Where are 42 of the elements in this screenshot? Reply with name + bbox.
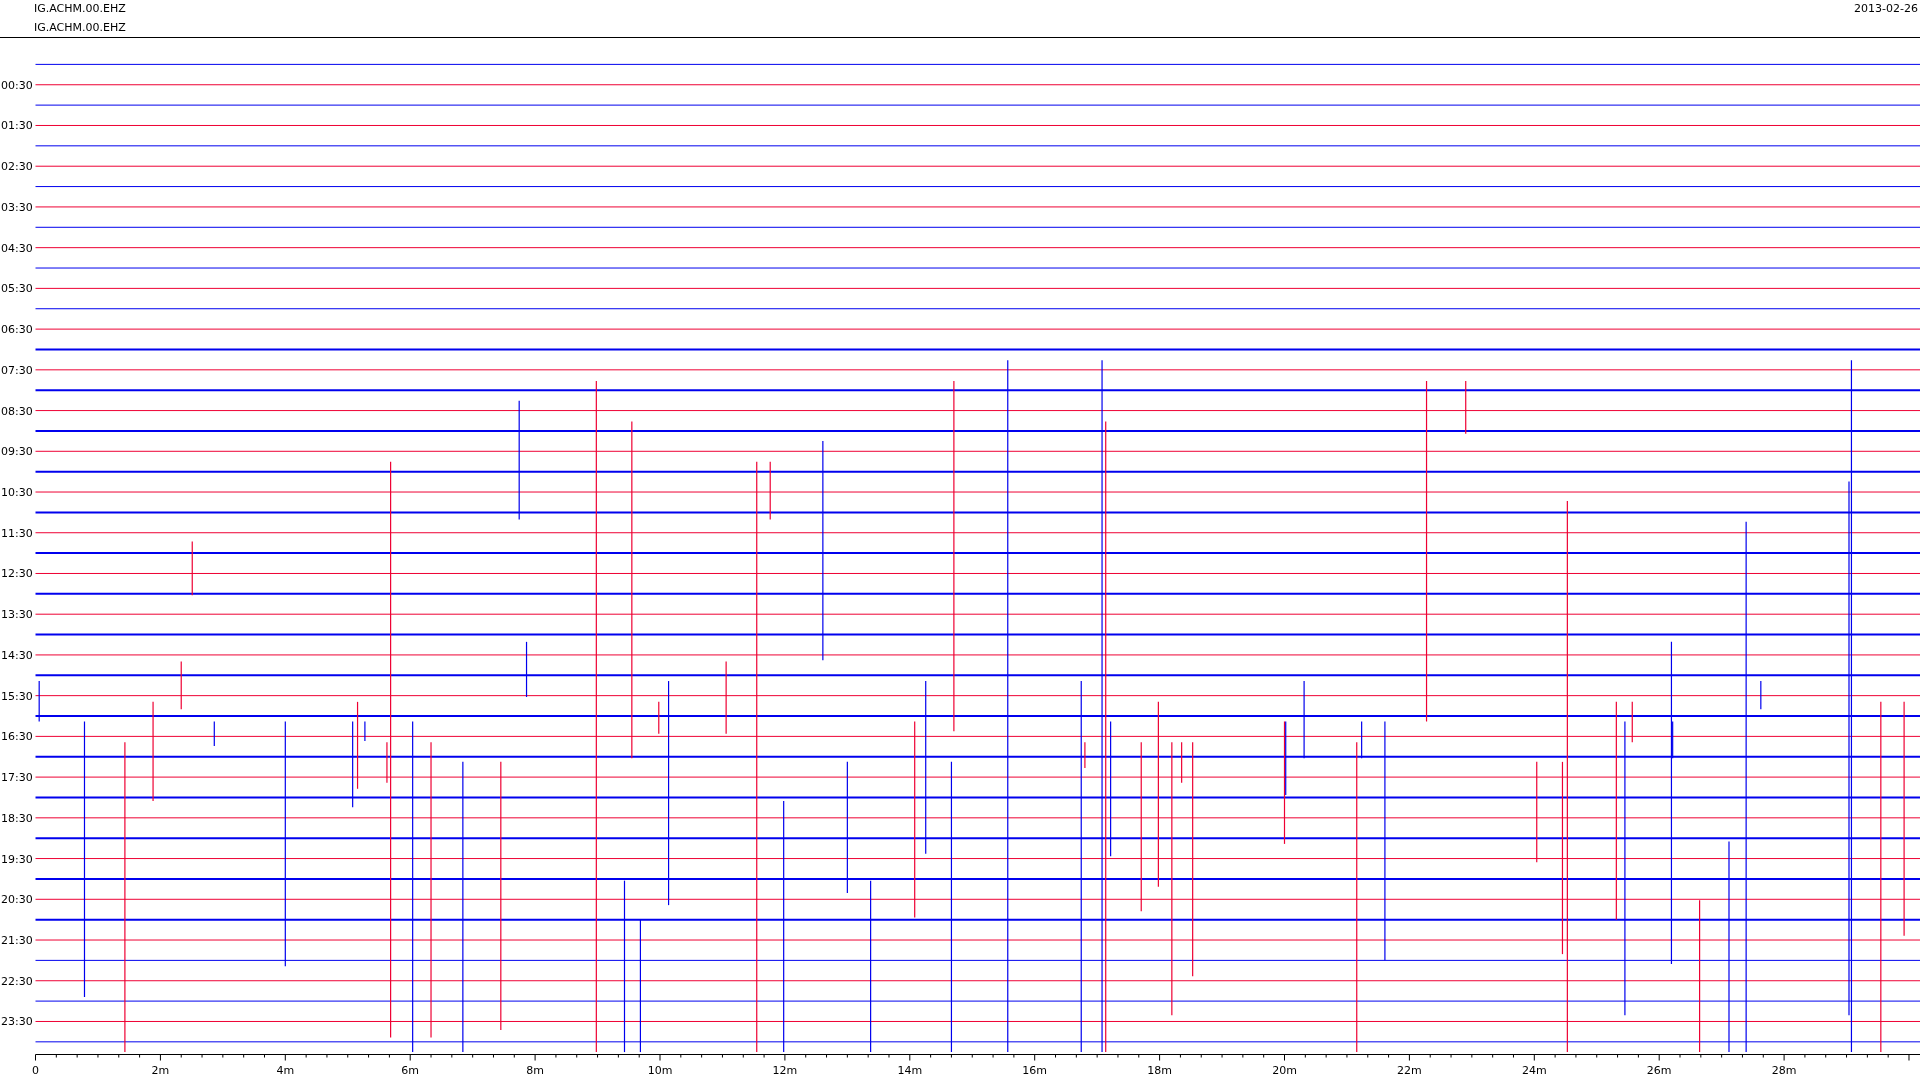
hour-label: 11:30 [1, 526, 33, 540]
hour-label: 00:30 [1, 78, 33, 92]
minute-label: 14m [897, 1063, 923, 1077]
hour-label: 21:30 [1, 934, 33, 947]
minute-label: 26m [1646, 1063, 1672, 1077]
minute-label: 24m [1521, 1063, 1547, 1077]
date-label: 2013-02-26 [1854, 1, 1918, 17]
hour-label: 08:30 [1, 404, 33, 418]
hour-label: 23:30 [1, 1015, 33, 1029]
minute-label: 12m [772, 1063, 798, 1077]
minute-label: 6m [401, 1063, 420, 1077]
hour-label: 22:30 [1, 974, 33, 988]
hour-label: 03:30 [1, 200, 33, 214]
minute-label: 8m [526, 1063, 544, 1077]
hour-label: 16:30 [1, 730, 33, 744]
hour-label: 09:30 [1, 445, 33, 459]
hour-label: 02:30 [1, 160, 33, 174]
hour-label: 20:30 [1, 893, 33, 907]
station-title: IG.ACHM.00.EHZ [34, 1, 126, 16]
minute-label: 16m [1022, 1063, 1048, 1077]
hour-label: 06:30 [1, 323, 33, 337]
hour-label: 14:30 [1, 648, 33, 662]
minute-label: 2m [151, 1063, 170, 1077]
minute-label: 20m [1272, 1063, 1297, 1077]
hour-label: 13:30 [1, 608, 33, 622]
minute-label: 4m [276, 1063, 295, 1077]
hour-label: 19:30 [1, 852, 33, 866]
minute-label: 28m [1771, 1063, 1797, 1077]
minute-label: 18m [1147, 1063, 1172, 1077]
hour-label: 01:30 [1, 119, 33, 133]
hour-label: 15:30 [1, 689, 33, 703]
minute-label: 22m [1397, 1063, 1422, 1077]
hour-label: 04:30 [1, 241, 33, 255]
hour-label: 07:30 [1, 363, 33, 377]
hour-label: 05:30 [1, 282, 33, 296]
minute-label: 0 [32, 1063, 39, 1077]
station-title: IG.ACHM.00.EHZ [34, 20, 126, 35]
hour-label: 10:30 [1, 486, 33, 499]
hour-label: 18:30 [1, 811, 33, 825]
hour-label: 17:30 [1, 771, 33, 785]
hour-label: 12:30 [1, 567, 33, 581]
minute-label: 10m [647, 1063, 673, 1077]
